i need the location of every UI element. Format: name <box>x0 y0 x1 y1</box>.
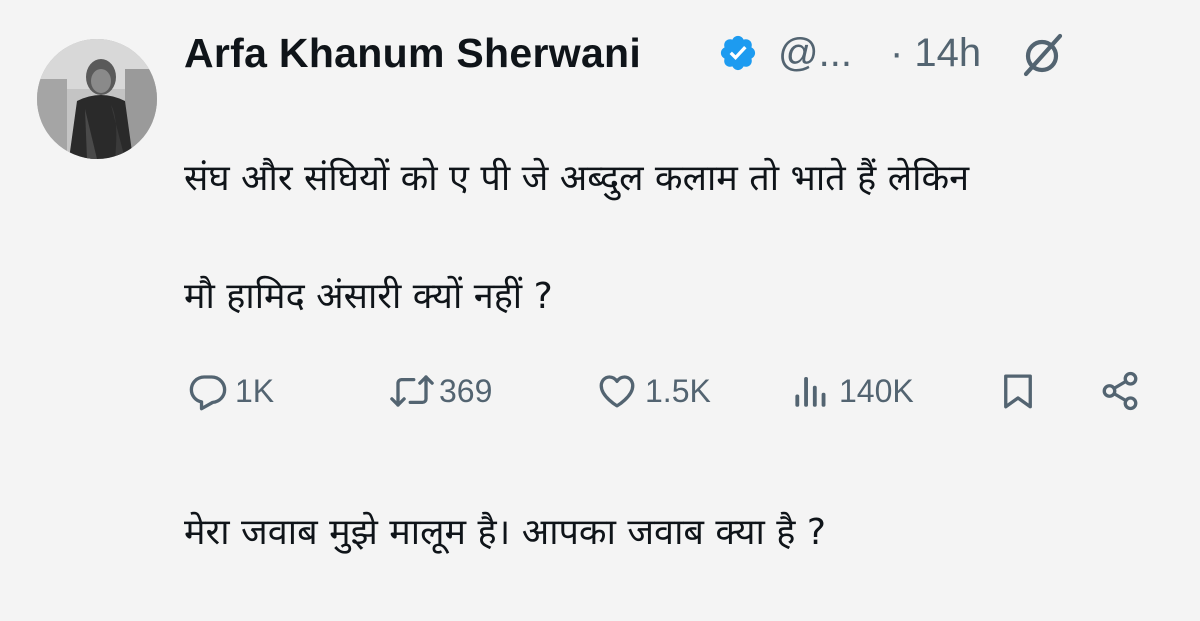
repost-button[interactable]: 369 <box>387 364 492 418</box>
views-icon <box>795 377 826 407</box>
share-button[interactable] <box>1099 364 1141 418</box>
like-button[interactable]: 1.5K <box>595 364 711 418</box>
reply-icon <box>189 375 227 411</box>
repost-count: 369 <box>439 373 493 409</box>
timestamp[interactable]: · 14h <box>890 26 981 80</box>
share-icon <box>1102 371 1138 411</box>
reply-button[interactable]: 1K <box>187 364 274 418</box>
tweet-text-line: संघ और संघियों को ए पी जे अब्दुल कलाम तो… <box>184 158 970 199</box>
author-name[interactable]: Arfa Khanum Sherwani <box>184 26 641 80</box>
bookmark-icon <box>1004 374 1032 409</box>
author-handle[interactable]: @... <box>778 26 852 80</box>
reply-count: 1K <box>235 373 275 409</box>
tweet-text: संघ और संघियों को ए पी जे अब्दुल कलाम तो… <box>184 90 1184 621</box>
tweet-text-line: मेरा जवाब मुझे मालूम है। आपका जवाब क्या … <box>184 512 826 553</box>
verified-badge-icon <box>720 35 756 71</box>
repost-icon <box>390 375 434 407</box>
avatar-photo <box>37 39 157 159</box>
tweet-header: Arfa Khanum Sherwani @... · 14h <box>184 26 1174 80</box>
like-count: 1.5K <box>645 373 711 409</box>
views-button[interactable]: 140K <box>791 364 914 418</box>
views-count: 140K <box>839 373 914 409</box>
bookmark-button[interactable] <box>997 364 1039 418</box>
grok-icon[interactable] <box>1018 30 1068 80</box>
action-bar: 1K 369 1.5K 140K <box>187 364 1147 418</box>
avatar[interactable] <box>37 39 157 159</box>
tweet-text-line: मौ हामिद अंसारी क्यों नहीं ? <box>184 276 553 317</box>
heart-icon <box>599 375 635 408</box>
